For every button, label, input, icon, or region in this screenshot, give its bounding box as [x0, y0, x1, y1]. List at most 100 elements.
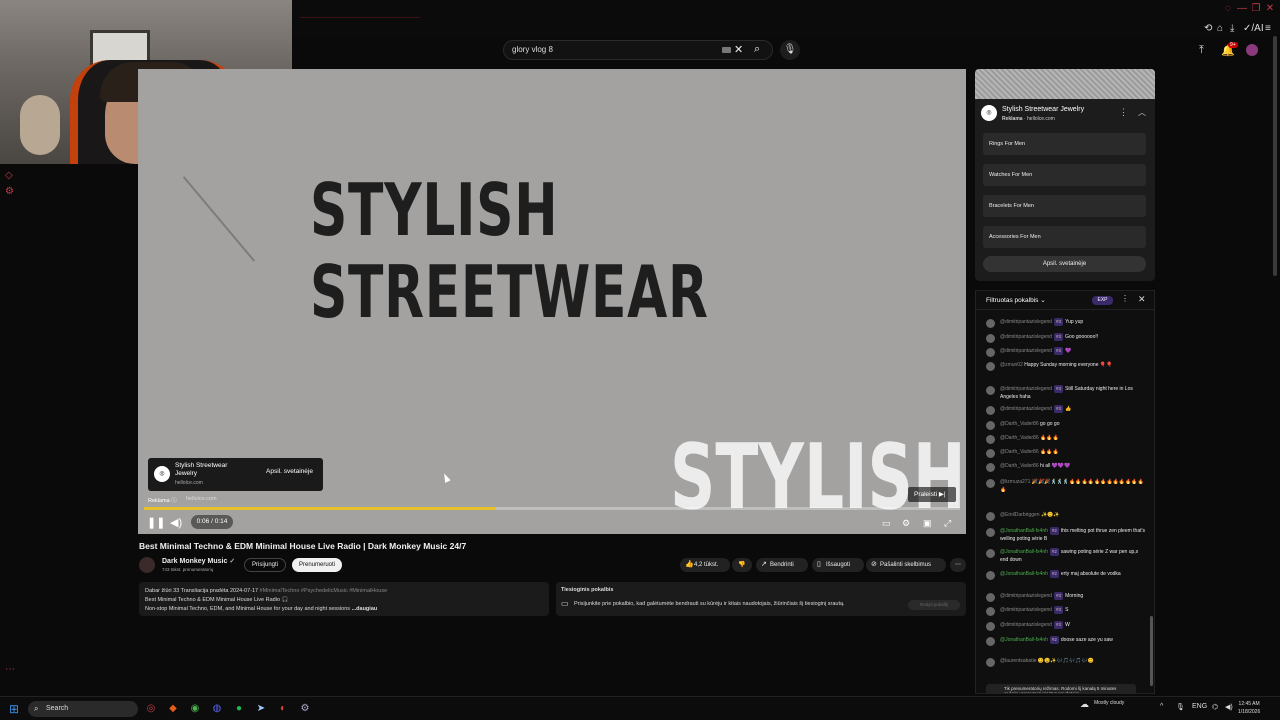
chat-avatar[interactable]	[986, 406, 995, 415]
description-box[interactable]: Dabar žiūri 33 Transliacija pradėta 2024…	[139, 582, 549, 616]
chat-author[interactable]: @JonathanBall-fx4nh	[1000, 528, 1048, 534]
chat-author[interactable]: @dimitripantazislegend	[1000, 593, 1052, 599]
chat-author[interactable]: @EmilDarbriggen	[1000, 512, 1040, 518]
page-scrollbar[interactable]	[1273, 36, 1277, 276]
chat-author[interactable]: @Darth_Vader86	[1000, 449, 1039, 455]
ai-button[interactable]: ✓/AI	[1243, 23, 1264, 35]
lock-icon[interactable]: ⌂	[1217, 23, 1223, 35]
chat-scrollbar[interactable]	[1150, 616, 1153, 686]
sidebar-settings-icon[interactable]: ⚙	[5, 186, 14, 197]
pause-icon[interactable]: ❚❚	[147, 516, 165, 529]
clear-search-icon[interactable]: ✕	[734, 43, 743, 56]
ad-link-accessories[interactable]: Accessories For Men	[983, 226, 1146, 248]
extension-icon[interactable]: ◌	[1222, 3, 1234, 15]
voice-search-icon[interactable]: 🎙	[780, 40, 800, 60]
subscribe-button[interactable]: Prenumeruoti	[292, 558, 342, 572]
chat-avatar[interactable]	[986, 512, 995, 521]
avatar[interactable]	[1246, 44, 1258, 56]
save-button[interactable]: ▯ Išsaugoti	[812, 558, 864, 572]
chat-author[interactable]: @laurentsabatie	[1000, 658, 1037, 664]
ad-link-rings[interactable]: Rings For Men	[983, 133, 1146, 155]
sidebar-home-icon[interactable]: ◇	[5, 170, 13, 181]
search-bar[interactable]: glory vlog 8 ✕ ⌕	[503, 40, 773, 60]
chat-author[interactable]: @dimitripantazislegend	[1000, 386, 1052, 392]
ad-panel-menu-icon[interactable]: ⋮	[1119, 107, 1128, 118]
chat-avatar[interactable]	[986, 421, 995, 430]
chat-avatar[interactable]	[986, 348, 995, 357]
more-actions-button[interactable]: ⋯	[950, 558, 966, 572]
clock[interactable]: 12:45 AM 1/18/2026	[1238, 700, 1260, 716]
chat-avatar[interactable]	[986, 593, 995, 602]
chat-author[interactable]: @dimitripantazislegend	[1000, 607, 1052, 613]
like-button[interactable]: 👍 4,2 tūkst.	[680, 558, 730, 572]
chat-author[interactable]: @JonathanBall-fx4nh	[1000, 637, 1048, 643]
chevron-up-icon[interactable]: ︿	[1138, 107, 1146, 118]
tray-chevron-icon[interactable]: ^	[1160, 703, 1163, 710]
app-obs-icon[interactable]: ◐	[276, 702, 290, 716]
progress-bar[interactable]	[144, 507, 960, 510]
app-steam-icon[interactable]: ➤	[254, 702, 268, 716]
ad-footer-domain[interactable]: hellolce.com	[186, 496, 217, 502]
video-player[interactable]: STYLISH STREETWEAR STYLISH ◎ Stylish Str…	[138, 69, 966, 534]
ad-panel-visit-button[interactable]: Apsil. svetainėje	[983, 256, 1146, 272]
subtitles-icon[interactable]: ▭	[882, 518, 891, 529]
chat-author[interactable]: @zmun02	[1000, 362, 1023, 368]
channel-avatar[interactable]	[139, 557, 155, 573]
chat-avatar[interactable]	[986, 319, 995, 328]
app-discord-icon[interactable]: ◍	[210, 702, 224, 716]
close-chat-icon[interactable]: ✕	[1138, 294, 1146, 305]
show-more-link[interactable]: ...daugiau	[352, 606, 378, 612]
chat-author[interactable]: @JonathanBall-fx4nh	[1000, 571, 1048, 577]
chat-avatar[interactable]	[986, 571, 995, 580]
share-button[interactable]: ↗ Bendrinti	[756, 558, 808, 572]
ad-link-bracelets[interactable]: Bracelets For Men	[983, 195, 1146, 217]
skip-ad-button[interactable]: Praleisti ▶|	[908, 487, 956, 502]
chat-author[interactable]: @dimitripantazislegend	[1000, 348, 1052, 354]
windows-start-icon[interactable]: ⊞	[9, 703, 21, 715]
chat-avatar[interactable]	[986, 334, 995, 343]
remove-ads-button[interactable]: ⊘ Pašalinti skelbimus	[866, 558, 946, 572]
taskbar-search[interactable]: ⌕ Search	[28, 701, 138, 717]
chat-author[interactable]: @dimitripantazislegend	[1000, 406, 1052, 412]
app-spotify-icon[interactable]: ●	[232, 702, 246, 716]
chat-author[interactable]: @Darth_Vader86	[1000, 421, 1039, 427]
keyboard-icon[interactable]	[722, 47, 731, 53]
chat-avatar[interactable]	[986, 658, 995, 667]
chat-author[interactable]: @lizmuza271	[1000, 479, 1030, 485]
chat-avatar[interactable]	[986, 549, 995, 558]
menu-icon[interactable]: ≡	[1265, 23, 1271, 35]
chat-avatar[interactable]	[986, 449, 995, 458]
chat-author[interactable]: @Darth_Vader86	[1000, 463, 1039, 469]
search-input[interactable]: glory vlog 8	[512, 45, 553, 54]
language-indicator[interactable]: ENG	[1192, 703, 1207, 710]
dislike-button[interactable]: 👎	[732, 558, 752, 572]
settings-gear-icon[interactable]: ⚙	[902, 518, 910, 529]
chat-author[interactable]: @JonathanBall-fx4nh	[1000, 549, 1048, 555]
chat-exp-badge[interactable]: EXP	[1092, 296, 1113, 305]
chat-avatar[interactable]	[986, 362, 995, 371]
chat-avatar[interactable]	[986, 637, 995, 646]
volume-icon[interactable]: ◀)	[170, 516, 182, 529]
network-icon[interactable]: ⌬	[1212, 703, 1218, 711]
join-button[interactable]: Prisijungti	[244, 558, 286, 572]
chat-avatar[interactable]	[986, 463, 995, 472]
chat-avatar[interactable]	[986, 622, 995, 631]
chat-avatar[interactable]	[986, 479, 995, 488]
sidebar-ad-panel[interactable]: ◎ Stylish Streetwear Jewelry Reklama · h…	[975, 69, 1155, 281]
chat-avatar[interactable]	[986, 528, 995, 537]
tray-mic-icon[interactable]: 🎙	[1176, 703, 1185, 711]
ad-visit-button[interactable]: Apsil. svetainėje	[266, 468, 313, 475]
hashtags[interactable]: #MinimalTechno #PsychedelicMusic #Minima…	[260, 588, 387, 594]
chat-avatar[interactable]	[986, 435, 995, 444]
download-icon[interactable]: ⤓	[1230, 23, 1234, 35]
upload-icon[interactable]: ⤒	[1199, 44, 1204, 57]
speaker-icon[interactable]: ◀)	[1225, 703, 1233, 711]
show-chat-button[interactable]: Rodyti pokalbį	[908, 600, 960, 610]
app-brave-icon[interactable]: ◆	[166, 702, 180, 716]
ad-overlay-card[interactable]: ◎ Stylish Streetwear Jewelry hellolce.co…	[148, 458, 323, 491]
close-window-icon[interactable]: ✕	[1264, 3, 1276, 15]
minimize-icon[interactable]: —	[1236, 3, 1248, 15]
app-settings-icon[interactable]: ⚙	[298, 702, 312, 716]
channel-name[interactable]: Dark Monkey Music ✓	[162, 557, 235, 565]
miniplayer-icon[interactable]: ▣	[923, 518, 932, 529]
